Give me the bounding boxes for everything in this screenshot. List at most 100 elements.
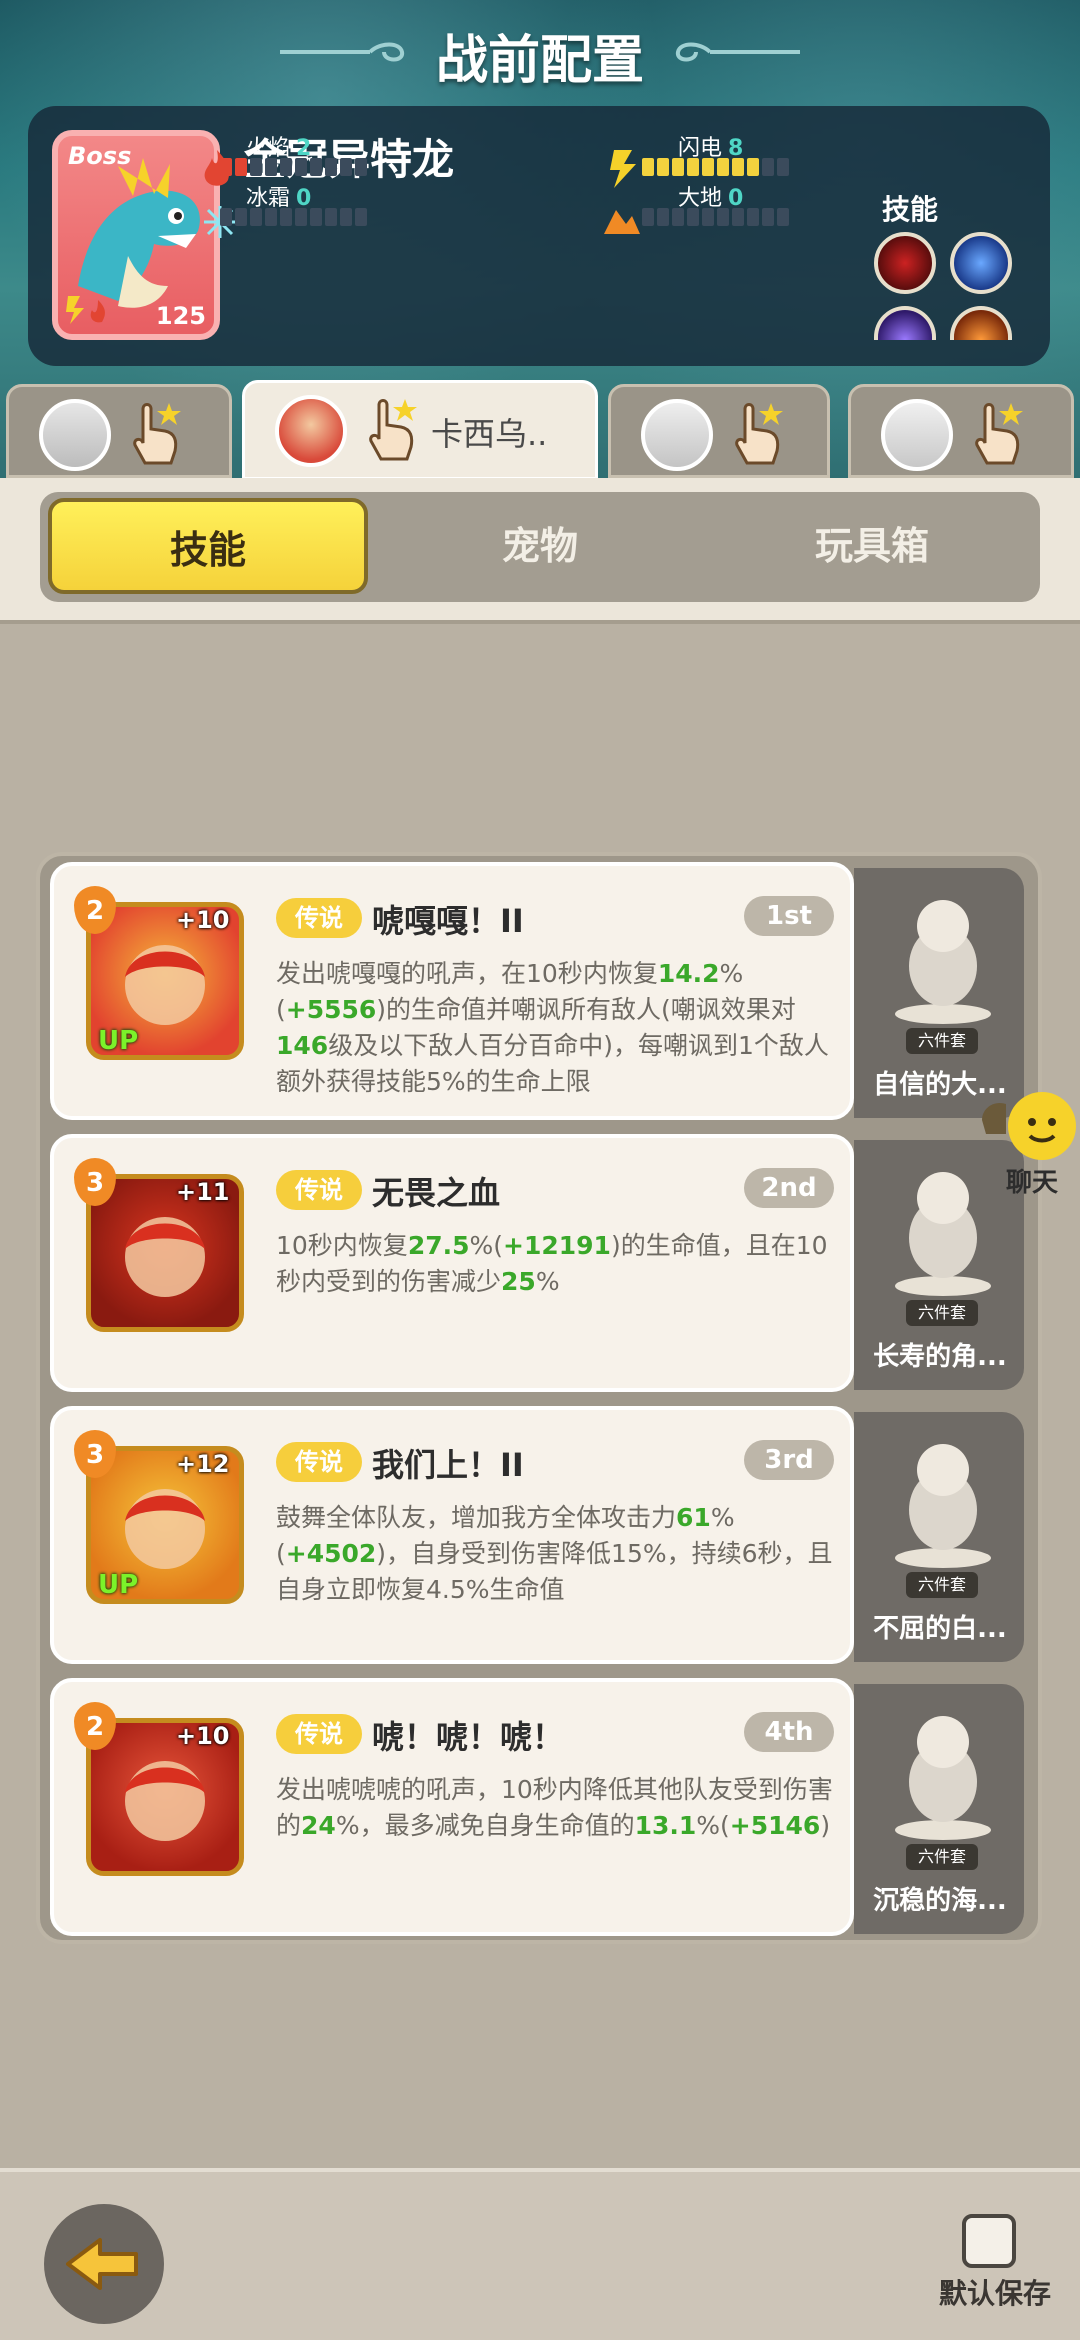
fire-bar xyxy=(220,158,367,176)
pet-slot[interactable]: 六件套 自信的大... xyxy=(854,868,1024,1118)
pet-set-tag: 六件套 xyxy=(906,1844,978,1870)
skill-desc-value: 27.5 xyxy=(407,1231,470,1260)
pet-name: 沉稳的海... xyxy=(873,1886,1007,1916)
skill-name: 唬嘎嘎！II xyxy=(372,902,524,940)
skill-desc-value: 146 xyxy=(276,1031,329,1060)
default-save-checkbox[interactable] xyxy=(962,2214,1016,2268)
chat-label: 聊天 xyxy=(1005,1168,1058,1198)
team-tab-2[interactable]: 卡西乌.. xyxy=(242,380,598,480)
team-tab-1[interactable] xyxy=(6,384,232,478)
skill-desc-value: 14.2 xyxy=(657,959,720,988)
skill-desc-text: ) xyxy=(820,1811,831,1840)
boss-skill-purple-icon[interactable] xyxy=(874,306,936,340)
hand-point-icon xyxy=(133,403,181,465)
skill-description: 鼓舞全体队友，增加我方全体攻击力61%(+4502)，自身受到伤害降低15%，持… xyxy=(276,1500,840,1608)
back-button[interactable] xyxy=(44,2204,164,2324)
skill-desc-value: +12191 xyxy=(503,1231,611,1260)
tab-toybox[interactable]: 玩具箱 xyxy=(712,498,1032,594)
lightning-icon xyxy=(610,150,636,188)
rarity-badge: 传说 xyxy=(276,1714,362,1754)
skill-desc-text: %( xyxy=(469,1231,504,1260)
skill-name: 无畏之血 xyxy=(372,1174,501,1212)
skill-up-badge: UP xyxy=(98,1026,139,1056)
default-save-label: 默认保存 xyxy=(938,2277,1051,2310)
skill-desc-text: 级及以下敌人百分百命中)，每嘲讽到1个敌人额外获得技能5%的生命上限 xyxy=(276,1031,829,1096)
skill-desc-text: )的生命值并嘲讽所有敌人(嘲讽效果对 xyxy=(376,995,796,1024)
team-member-name: 卡西乌.. xyxy=(431,415,548,453)
skill-slot-rank: 4th xyxy=(744,1712,834,1752)
skill-card[interactable]: 3 +12 UP 传说 我们上！II 3rd 鼓舞全体队友，增加我方全体攻击力61%(+45… xyxy=(50,1406,854,1664)
team-tab-3[interactable] xyxy=(608,384,830,478)
swirl-ornament-icon xyxy=(675,42,800,62)
pet-figure-icon xyxy=(895,900,991,1024)
skill-desc-value: +5146 xyxy=(729,1811,821,1840)
pet-slot[interactable]: 六件套不屈的白... xyxy=(854,1412,1024,1662)
team-tab-4[interactable] xyxy=(848,384,1074,478)
earth-bar xyxy=(642,208,789,226)
chat-bubble-icon xyxy=(982,1092,1076,1160)
back-arrow-icon xyxy=(66,2238,138,2290)
skill-slot-rank: 3rd xyxy=(744,1440,834,1480)
hand-point-icon xyxy=(369,399,417,461)
avatar xyxy=(39,399,111,471)
skill-plus-badge: +10 xyxy=(176,906,230,934)
skill-name: 我们上！II xyxy=(372,1446,524,1484)
skill-description: 10秒内恢复27.5%(+12191)的生命值，且在10秒内受到的伤害减少25% xyxy=(276,1228,840,1300)
boss-skill-orange-icon[interactable] xyxy=(950,306,1012,340)
earth-icon xyxy=(604,210,640,234)
boss-skills-label: 技能 xyxy=(882,193,939,226)
skill-desc-value: +4502 xyxy=(285,1539,377,1568)
skill-description: 发出唬唬唬的吼声，10秒内降低其他队友受到伤害的24%，最多减免自身生命值的13… xyxy=(276,1772,840,1844)
tab-pets[interactable]: 宠物 xyxy=(380,498,700,594)
boss-skill-roar-icon[interactable] xyxy=(874,232,936,294)
boss-skill-lightning-icon[interactable] xyxy=(950,232,1012,294)
skill-desc-text: 鼓舞全体队友，增加我方全体攻击力 xyxy=(276,1503,677,1532)
lightning-fire-icon xyxy=(66,296,105,324)
skill-desc-text: %( xyxy=(696,1811,730,1840)
skill-desc-text: %，最多减免自身生命值的 xyxy=(335,1811,635,1840)
skill-desc-value: 24 xyxy=(301,1811,336,1840)
rarity-badge: 传说 xyxy=(276,1170,362,1210)
hand-point-icon xyxy=(975,403,1023,465)
skill-desc-text: 发出唬嘎嘎的吼声，在10秒内恢复 xyxy=(276,959,658,988)
skill-name: 唬！唬！唬！ xyxy=(372,1718,565,1756)
skill-desc-value: 25 xyxy=(501,1267,536,1296)
skill-up-badge: UP xyxy=(98,1570,139,1600)
boss-info-panel: Boss 125 金冠异特龙 火焰2 闪电8 xyxy=(28,106,1050,366)
skill-description: 发出唬嘎嘎的吼声，在10秒内恢复14.2%(+5556)的生命值并嘲讽所有敌人(… xyxy=(276,956,840,1100)
skill-card[interactable]: 2 +10 UP 传说 唬嘎嘎！II 1st 发出唬嘎嘎的吼声，在10秒内恢复14.2%(+… xyxy=(50,862,854,1120)
pet-set-tag: 六件套 xyxy=(906,1572,978,1598)
pet-name: 长寿的角... xyxy=(873,1342,1007,1372)
skill-slot-rank: 2nd xyxy=(744,1168,834,1208)
pet-set-tag: 六件套 xyxy=(906,1300,978,1326)
pet-figure-icon xyxy=(895,1444,991,1568)
skill-plus-badge: +10 xyxy=(176,1722,230,1750)
chat-button[interactable]: 聊天 xyxy=(976,1090,1080,1200)
skill-desc-value: +5556 xyxy=(285,995,377,1024)
boss-tag: Boss xyxy=(68,142,132,170)
skill-card[interactable]: 2 +10 传说 唬！唬！唬！ 4th 发出唬唬唬的吼声，10秒内降低其他队友受到伤害的2… xyxy=(50,1678,854,1936)
avatar xyxy=(275,395,347,467)
boss-portrait[interactable]: Boss 125 xyxy=(52,130,220,340)
skill-plus-badge: +12 xyxy=(176,1450,230,1478)
skill-desc-text: % xyxy=(535,1267,560,1296)
skill-card[interactable]: 3 +11 传说 无畏之血 2nd 10秒内恢复27.5%(+12191)的生命值，且在1… xyxy=(50,1134,854,1392)
skill-slot-rank: 1st xyxy=(744,896,834,936)
pet-set-tag: 六件套 xyxy=(906,1028,978,1054)
page-title: 战前配置 xyxy=(435,31,644,91)
pet-slot[interactable]: 六件套沉稳的海... xyxy=(854,1684,1024,1934)
rarity-badge: 传说 xyxy=(276,898,362,938)
skill-desc-value: 61 xyxy=(676,1503,711,1532)
skill-desc-text: 10秒内恢复 xyxy=(276,1231,408,1260)
hand-point-icon xyxy=(735,403,783,465)
avatar xyxy=(641,399,713,471)
rarity-badge: 传说 xyxy=(276,1442,362,1482)
skill-desc-value: 13.1 xyxy=(634,1811,697,1840)
pet-name: 不屈的白... xyxy=(873,1614,1007,1644)
tab-skills[interactable]: 技能 xyxy=(48,498,368,594)
thunder-bar xyxy=(642,158,789,176)
pet-figure-icon xyxy=(895,1716,991,1840)
frost-bar xyxy=(220,208,367,226)
avatar xyxy=(881,399,953,471)
boss-level: 125 xyxy=(155,302,206,330)
